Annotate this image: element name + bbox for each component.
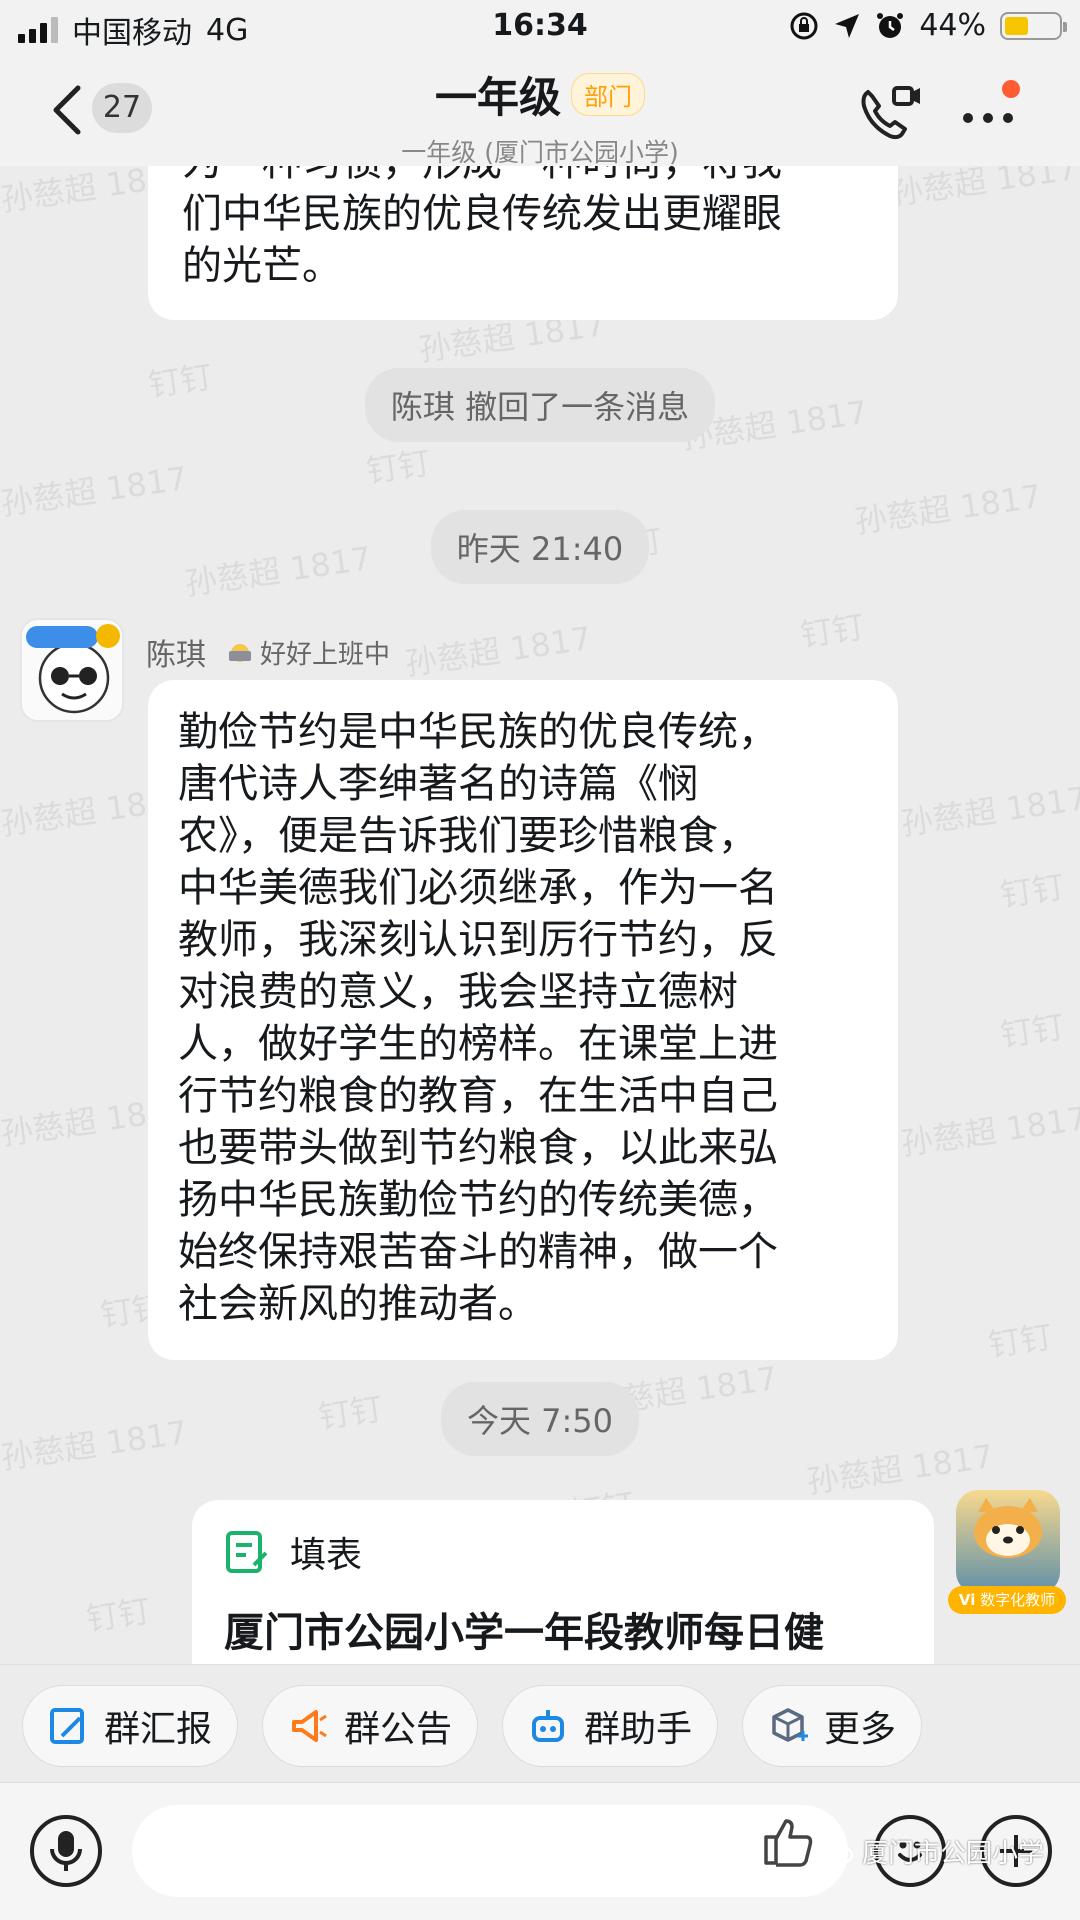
thumbs-up-icon[interactable]	[760, 1813, 814, 1867]
group-report-button[interactable]: 群汇报	[22, 1685, 238, 1767]
message-line: 行节约粮食的教育，在生活中自己	[178, 1073, 778, 1119]
watermark: 孙慈超 1817	[898, 1099, 1080, 1163]
message-line: 唐代诗人李绅著名的诗篇《悯	[178, 761, 698, 807]
message-line: 勤俭节约是中华民族的优良传统，	[178, 709, 778, 755]
digital-teacher-assistant[interactable]: Vi 数字化教师	[948, 1490, 1066, 1614]
form-card[interactable]: 填表 厦门市公园小学一年段教师每日健	[192, 1500, 934, 1664]
message-line: 人，做好学生的榜样。在课堂上进	[178, 1021, 778, 1067]
message-line: 扬中华民族勤俭节约的传统美德，	[178, 1177, 778, 1223]
watermark: 钉钉	[797, 607, 867, 655]
input-bar: 厦门市公园小学	[0, 1782, 1080, 1920]
message-line: 教师，我深刻认识到厉行节约，反	[178, 917, 778, 963]
more-actions-button[interactable]: 更多	[742, 1685, 922, 1767]
sender-status: 好好上班中	[226, 634, 390, 671]
form-card-title: 厦门市公园小学一年段教师每日健	[224, 1610, 824, 1656]
sender-info: 陈琪 好好上班中	[146, 630, 390, 674]
working-emoji-icon	[229, 644, 251, 662]
avatar-cartoon-icon	[22, 620, 122, 720]
status-bar: 中国移动 4G 16:34 44%	[0, 0, 1080, 54]
message-line: 的光芒。	[182, 243, 342, 289]
message-line: 农》，便是告诉我们要珍惜粮食，	[178, 813, 758, 859]
more-actions-label: 更多	[823, 1709, 896, 1750]
message-bubble-previous[interactable]: 为一种习惯，形成一种时尚，将我 们中华民族的优良传统发出更耀眼 的光芒。	[148, 166, 898, 320]
source-watermark-text: 厦门市公园小学	[862, 1839, 1045, 1869]
rotation-lock-icon	[790, 12, 818, 39]
assistant-label-text: 数字化教师	[980, 1591, 1056, 1609]
robot-icon	[531, 1710, 564, 1742]
chat-title: 一年级	[434, 73, 561, 122]
recall-notice-text: 陈琪 撤回了一条消息	[364, 368, 716, 442]
group-notice-button[interactable]: 群公告	[262, 1685, 478, 1767]
chat-area[interactable]: 孙慈超 1817 孙慈超 1817 孙慈超 1817 钉钉 孙慈超 1817 孙…	[0, 166, 1080, 1664]
wechat-icon	[820, 1839, 854, 1863]
group-assistant-label: 群助手	[583, 1709, 692, 1750]
nav-bar: 27 一年级 部门 一年级 (厦门市公园小学)	[0, 54, 1080, 167]
shiba-dog-icon	[956, 1490, 1060, 1594]
cube-plus-icon	[772, 1708, 808, 1742]
video-call-icon[interactable]	[858, 82, 924, 142]
watermark: 钉钉	[985, 1317, 1055, 1365]
message-bubble[interactable]: 勤俭节约是中华民族的优良传统， 唐代诗人李绅著名的诗篇《悯 农》，便是告诉我们要…	[148, 680, 898, 1360]
message-line: 对浪费的意义，我会坚持立德树	[178, 969, 738, 1015]
voice-input-button[interactable]	[30, 1815, 102, 1887]
watermark: 孙慈超 1817	[898, 779, 1080, 843]
battery-icon	[1000, 11, 1067, 40]
message-line: 中华美德我们必须继承，作为一名	[178, 865, 778, 911]
assistant-badge: Vi	[958, 1591, 976, 1609]
avatar[interactable]	[20, 618, 124, 722]
form-icon	[226, 1531, 268, 1573]
megaphone-icon	[291, 1710, 327, 1742]
sender-status-text: 好好上班中	[260, 639, 391, 670]
microphone-icon	[50, 1831, 82, 1871]
watermark: 钉钉	[363, 443, 433, 491]
assistant-label: Vi 数字化教师	[948, 1586, 1066, 1614]
status-right: 44%	[789, 8, 1067, 43]
source-watermark: 厦门市公园小学	[820, 1833, 1044, 1870]
sender-name: 陈琪	[146, 638, 206, 673]
message-line: 社会新风的推动者。	[178, 1281, 538, 1327]
battery-percent: 44%	[919, 8, 986, 43]
notification-dot	[1002, 80, 1020, 98]
quick-actions-bar: 群汇报 群公告 群助手 更多	[0, 1664, 1080, 1782]
group-notice-label: 群公告	[343, 1709, 452, 1750]
time-divider: 今天 7:50	[0, 1382, 1080, 1456]
watermark: 钉钉	[83, 1591, 153, 1639]
report-icon	[49, 1708, 84, 1744]
message-line: 始终保持艰苦奋斗的精神，做一个	[178, 1229, 778, 1275]
message-line: 们中华民族的优良传统发出更耀眼	[182, 191, 782, 237]
time-divider-text: 今天 7:50	[440, 1382, 640, 1456]
watermark: 孙慈超 1817	[402, 619, 594, 683]
location-arrow-icon	[835, 13, 860, 38]
group-assistant-button[interactable]: 群助手	[502, 1685, 718, 1767]
time-divider-text: 昨天 21:40	[430, 510, 650, 584]
recall-notice: 陈琪 撤回了一条消息	[0, 368, 1080, 442]
message-line: 也要带头做到节约粮食，以此来弘	[178, 1125, 778, 1171]
department-tag: 部门	[571, 73, 645, 116]
watermark: 钉钉	[997, 867, 1067, 915]
message-line: 为一种习惯，形成一种时尚，将我	[182, 166, 864, 188]
alarm-clock-icon	[877, 12, 904, 38]
group-report-label: 群汇报	[103, 1709, 212, 1750]
form-card-type: 填表	[290, 1535, 363, 1576]
watermark: 钉钉	[997, 1007, 1067, 1055]
time-divider: 昨天 21:40	[0, 510, 1080, 584]
message-input[interactable]	[132, 1805, 848, 1897]
watermark: 孙慈超 1817	[888, 166, 1080, 213]
